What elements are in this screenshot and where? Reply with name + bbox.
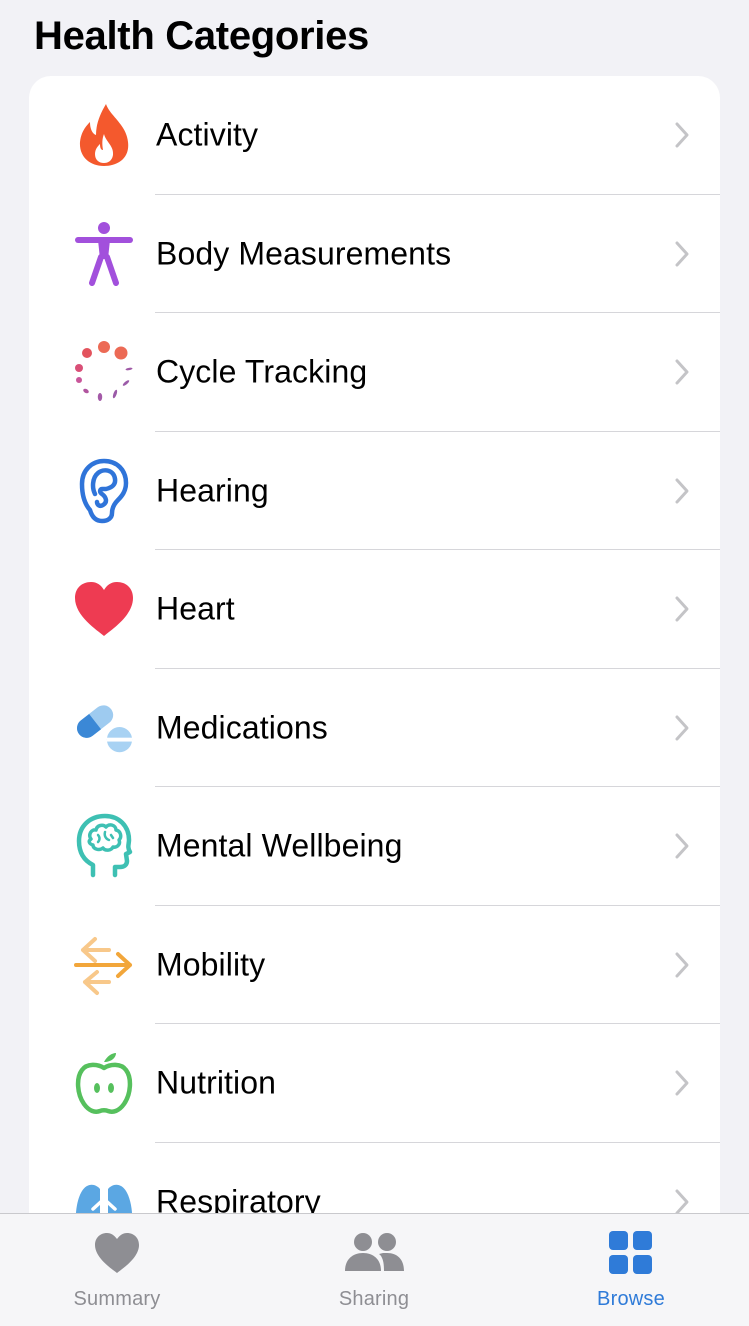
category-label: Cycle Tracking xyxy=(156,353,368,390)
tab-bar: Summary Sharing Browse xyxy=(0,1213,749,1326)
brain-head-icon xyxy=(73,811,135,881)
tab-label: Browse xyxy=(597,1288,665,1310)
tab-browse[interactable]: Browse xyxy=(561,1214,701,1314)
chevron-right-icon xyxy=(675,122,689,148)
category-row-medications[interactable]: Medications xyxy=(29,669,720,788)
category-row-mobility[interactable]: Mobility xyxy=(29,906,720,1025)
page-title: Health Categories xyxy=(34,14,369,58)
chevron-right-icon xyxy=(675,596,689,622)
chevron-right-icon xyxy=(675,1189,689,1215)
flame-icon xyxy=(73,100,135,170)
heart-icon xyxy=(73,574,135,644)
grid-icon xyxy=(609,1230,653,1276)
heart-tab-icon xyxy=(94,1230,140,1276)
ear-icon xyxy=(73,456,135,526)
cycle-dots-icon xyxy=(73,337,135,407)
category-row-mental-wellbeing[interactable]: Mental Wellbeing xyxy=(29,787,720,906)
chevron-right-icon xyxy=(675,1070,689,1096)
category-row-nutrition[interactable]: Nutrition xyxy=(29,1024,720,1143)
category-label: Body Measurements xyxy=(156,235,452,272)
people-icon xyxy=(343,1230,405,1276)
category-label: Hearing xyxy=(156,472,269,509)
chevron-right-icon xyxy=(675,359,689,385)
health-browse-screen: Health Categories Activity Body Measurem… xyxy=(0,0,749,1326)
chevron-right-icon xyxy=(675,241,689,267)
category-label: Nutrition xyxy=(156,1064,277,1101)
chevron-right-icon xyxy=(675,478,689,504)
person-figure-icon xyxy=(73,219,135,289)
chevron-right-icon xyxy=(675,833,689,859)
category-row-cycle-tracking[interactable]: Cycle Tracking xyxy=(29,313,720,432)
category-label: Activity xyxy=(156,116,259,153)
tab-label: Summary xyxy=(73,1288,161,1310)
pills-icon xyxy=(73,693,135,763)
category-label: Mobility xyxy=(156,946,266,983)
arrows-icon xyxy=(73,930,135,1000)
apple-icon xyxy=(73,1048,135,1118)
category-row-body-measurements[interactable]: Body Measurements xyxy=(29,195,720,314)
category-label: Mental Wellbeing xyxy=(156,827,403,864)
tab-sharing[interactable]: Sharing xyxy=(304,1214,444,1314)
tab-label: Sharing xyxy=(338,1288,410,1310)
categories-list: Activity Body Measurements Cycle Trackin… xyxy=(29,76,720,1256)
category-label: Heart xyxy=(156,590,235,627)
chevron-right-icon xyxy=(675,952,689,978)
category-row-heart[interactable]: Heart xyxy=(29,550,720,669)
category-row-activity[interactable]: Activity xyxy=(29,76,720,195)
tab-summary[interactable]: Summary xyxy=(47,1214,187,1314)
category-row-hearing[interactable]: Hearing xyxy=(29,432,720,551)
category-label: Medications xyxy=(156,709,328,746)
chevron-right-icon xyxy=(675,715,689,741)
